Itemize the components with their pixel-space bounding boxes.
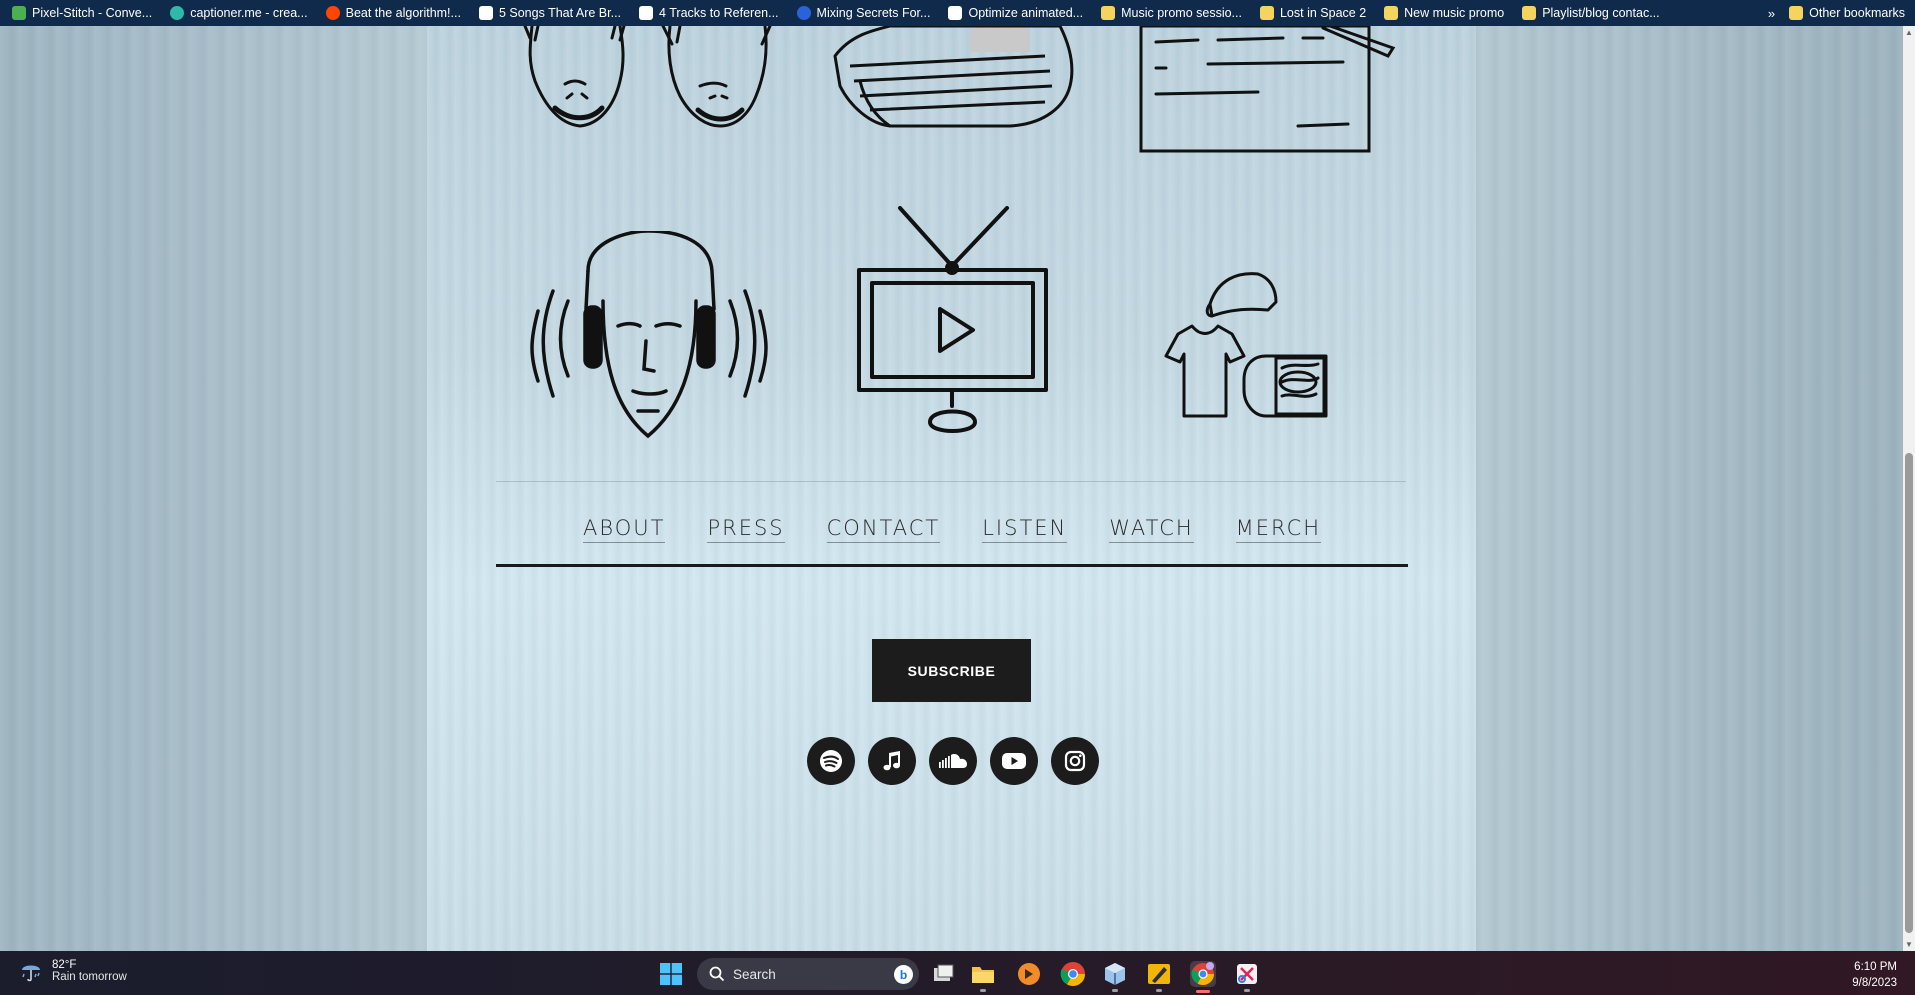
site-icon	[478, 6, 493, 20]
scroll-down-arrow-icon[interactable]: ▼	[1905, 940, 1913, 949]
rain-icon	[22, 965, 40, 982]
task-view-icon[interactable]	[930, 961, 956, 987]
snipping-tool-running-indicator	[1244, 989, 1250, 992]
bookmarks-overflow-button[interactable]: »	[1768, 6, 1775, 21]
taskbar-clock[interactable]: 6:10 PM 9/8/2023	[1852, 959, 1897, 991]
bookmarks-right: » Other bookmarks	[1768, 0, 1905, 26]
bookmark-beat-the-algorithm[interactable]: Beat the algorithm!...	[325, 6, 461, 20]
virtualbox-icon[interactable]	[1102, 961, 1128, 987]
note-icon	[1101, 6, 1116, 20]
snipping-tool-icon[interactable]	[1234, 961, 1260, 987]
merch-illustration[interactable]	[1148, 264, 1358, 422]
listen-illustration[interactable]	[528, 231, 770, 446]
nav-link-listen[interactable]: LISTEN	[982, 516, 1068, 543]
search-placeholder: Search	[733, 966, 776, 982]
mixing-icon	[796, 6, 811, 20]
subscribe-button[interactable]: SUBSCRIBE	[872, 639, 1031, 702]
windows-taskbar: 82°F Rain tomorrow Search b 6:10 PM 9/8/…	[0, 951, 1915, 995]
clock-time: 6:10 PM	[1854, 961, 1897, 973]
page-scrollbar[interactable]: ▲ ▼	[1903, 26, 1915, 951]
doc-icon	[948, 6, 963, 20]
daw-app-icon[interactable]	[1016, 961, 1042, 987]
bookmark-captioner[interactable]: captioner.me - crea...	[170, 6, 308, 20]
note-icon	[1259, 6, 1274, 20]
clock-date: 9/8/2023	[1852, 977, 1897, 989]
windows-start-icon[interactable]	[660, 963, 682, 985]
youtube-icon[interactable]	[990, 737, 1038, 785]
page-viewport: ABOUT PRESS CONTACT LISTEN WATCH MERCH S…	[0, 26, 1915, 951]
social-links	[807, 737, 1099, 785]
nav-link-contact[interactable]: CONTACT	[826, 516, 941, 543]
bookmark-5-songs[interactable]: 5 Songs That Are Br...	[478, 6, 621, 20]
divider-thin	[496, 481, 1406, 482]
bookmark-playlist-blog[interactable]: Playlist/blog contac...	[1522, 6, 1660, 20]
bookmark-lost-in-space[interactable]: Lost in Space 2	[1259, 6, 1366, 20]
nav-link-press[interactable]: PRESS	[707, 516, 785, 543]
taskbar-search-box[interactable]: Search b	[697, 958, 919, 990]
bing-icon[interactable]: b	[894, 965, 913, 984]
bookmark-4-tracks[interactable]: 4 Tracks to Referen...	[639, 6, 779, 20]
note-icon	[1384, 6, 1399, 20]
chrome-active-indicator	[1196, 990, 1210, 993]
weather-description: Rain tomorrow	[52, 971, 127, 983]
nav-link-about[interactable]: ABOUT	[582, 516, 666, 543]
bookmark-new-music-promo[interactable]: New music promo	[1384, 6, 1504, 20]
virtualbox-running-indicator	[1112, 989, 1118, 992]
soundcloud-icon[interactable]	[929, 737, 977, 785]
reddit-icon	[325, 6, 340, 20]
note-icon	[1522, 6, 1537, 20]
contact-form-illustration[interactable]	[1138, 26, 1398, 156]
captioner-icon	[170, 6, 185, 20]
drawing-app-running-indicator	[1156, 989, 1162, 992]
newspaper-illustration[interactable]	[830, 26, 1080, 131]
scroll-up-arrow-icon[interactable]: ▲	[1905, 28, 1913, 37]
bookmark-mixing-secrets[interactable]: Mixing Secrets For...	[796, 6, 930, 20]
scrollbar-thumb[interactable]	[1905, 453, 1913, 933]
other-bookmarks-folder[interactable]: Other bookmarks	[1789, 6, 1905, 20]
instagram-icon[interactable]	[1051, 737, 1099, 785]
drawing-app-icon[interactable]	[1146, 961, 1172, 987]
file-explorer-icon[interactable]	[970, 961, 996, 987]
content-column	[427, 26, 1476, 951]
bookmark-music-promo-session[interactable]: Music promo sessio...	[1101, 6, 1242, 20]
weather-widget[interactable]: 82°F Rain tomorrow	[18, 958, 127, 984]
bookmark-pixel-stitch[interactable]: Pixel-Stitch - Conve...	[12, 6, 152, 20]
chrome-profile-icon[interactable]	[1190, 961, 1216, 987]
file-explorer-running-indicator	[980, 989, 986, 992]
apple-music-icon[interactable]	[868, 737, 916, 785]
chrome-icon[interactable]	[1060, 961, 1086, 987]
weather-temperature: 82°F	[52, 959, 77, 971]
bookmarks-bar: Pixel-Stitch - Conve... captioner.me - c…	[0, 0, 1915, 26]
watch-tv-illustration[interactable]	[855, 206, 1050, 442]
spotify-icon[interactable]	[807, 737, 855, 785]
nav-link-merch[interactable]: MERCH	[1235, 516, 1322, 543]
folder-icon	[1789, 6, 1804, 20]
band-members-illustration[interactable]	[520, 26, 790, 131]
nav-link-watch[interactable]: WATCH	[1109, 516, 1194, 543]
site-icon	[639, 6, 654, 20]
search-icon	[709, 966, 725, 982]
footer-nav: ABOUT PRESS CONTACT LISTEN WATCH MERCH	[496, 516, 1408, 543]
pixel-stitch-icon	[12, 6, 26, 20]
divider-thick	[496, 564, 1408, 567]
bookmark-optimize-animated[interactable]: Optimize animated...	[948, 6, 1083, 20]
